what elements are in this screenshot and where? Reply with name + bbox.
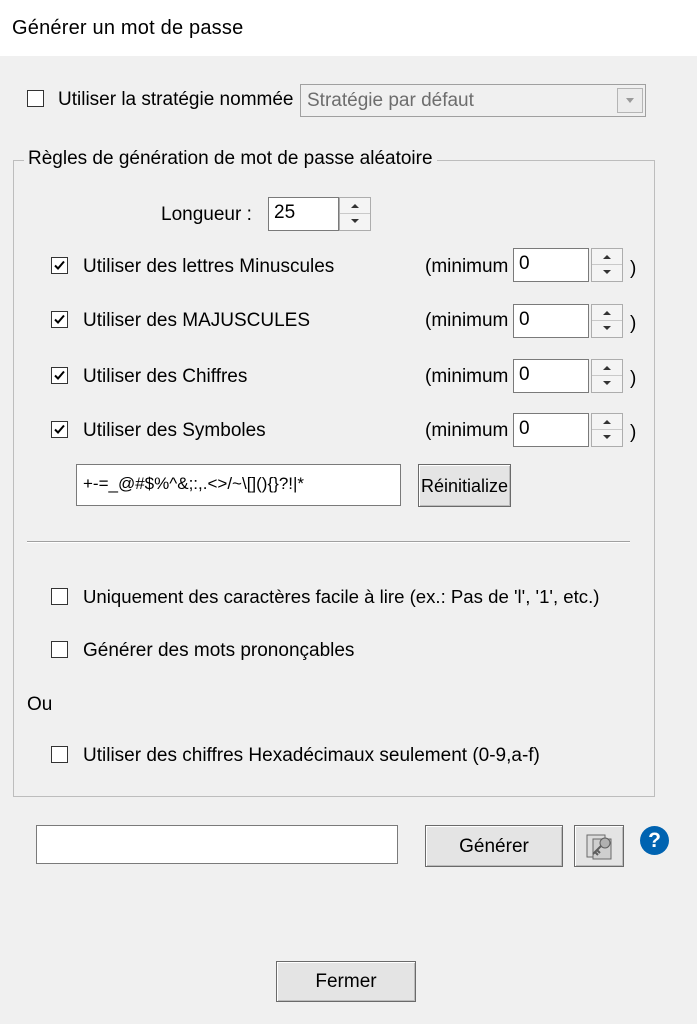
digits-minimum-value: 0 bbox=[519, 364, 530, 385]
arrow-down-icon bbox=[603, 270, 611, 274]
uppercase-checkbox[interactable] bbox=[51, 311, 68, 328]
hex-only-checkbox[interactable] bbox=[51, 746, 68, 763]
symbols-decrement-button[interactable] bbox=[592, 430, 622, 446]
easy-read-label: Uniquement des caractères facile à lire … bbox=[83, 586, 600, 607]
use-named-strategy-label: Utiliser la stratégie nommée bbox=[58, 89, 294, 110]
symbols-close-paren: ) bbox=[630, 422, 637, 443]
lowercase-increment-button[interactable] bbox=[592, 249, 622, 265]
copy-password-button[interactable] bbox=[574, 825, 624, 867]
generated-password-output[interactable] bbox=[36, 825, 398, 864]
symbols-minimum-value: 0 bbox=[519, 418, 530, 439]
pronounceable-label: Générer des mots prononçables bbox=[83, 640, 355, 661]
hex-only-label: Utiliser des chiffres Hexadécimaux seule… bbox=[83, 745, 540, 766]
pronounceable-checkbox[interactable] bbox=[51, 641, 68, 658]
digits-minimum-input[interactable]: 0 bbox=[513, 359, 589, 393]
uppercase-minimum-stepper[interactable] bbox=[591, 304, 623, 338]
symbols-minimum-input[interactable]: 0 bbox=[513, 413, 589, 447]
symbols-increment-button[interactable] bbox=[592, 414, 622, 430]
symbols-input-value: +-=_@#$%^&;:,.<>/~\[](){}?!|* bbox=[83, 474, 305, 493]
strategy-select[interactable]: Stratégie par défaut bbox=[300, 84, 646, 117]
symbols-input[interactable]: +-=_@#$%^&;:,.<>/~\[](){}?!|* bbox=[76, 464, 401, 506]
window-title: Générer un mot de passe bbox=[12, 17, 244, 39]
lowercase-minimum-label: (minimum bbox=[425, 256, 509, 277]
separator bbox=[27, 541, 630, 543]
digits-minimum-label: (minimum bbox=[425, 366, 509, 387]
uppercase-increment-button[interactable] bbox=[592, 305, 622, 321]
close-button[interactable]: Fermer bbox=[276, 961, 416, 1002]
length-value: 25 bbox=[274, 202, 296, 223]
strategy-select-value: Stratégie par défaut bbox=[307, 90, 474, 111]
length-increment-button[interactable] bbox=[340, 198, 370, 214]
lowercase-close-paren: ) bbox=[630, 258, 637, 279]
easy-read-checkbox[interactable] bbox=[51, 588, 68, 605]
lowercase-minimum-stepper[interactable] bbox=[591, 248, 623, 282]
arrow-down-icon bbox=[603, 326, 611, 330]
generate-button-label: Générer bbox=[459, 836, 529, 857]
length-input[interactable]: 25 bbox=[268, 197, 339, 231]
reset-symbols-button[interactable]: Réinitialize bbox=[418, 464, 511, 507]
uppercase-minimum-value: 0 bbox=[519, 309, 530, 330]
arrow-down-icon bbox=[603, 435, 611, 439]
or-label: Ou bbox=[27, 694, 53, 715]
length-decrement-button[interactable] bbox=[340, 214, 370, 230]
digits-label: Utiliser des Chiffres bbox=[83, 366, 248, 387]
digits-decrement-button[interactable] bbox=[592, 376, 622, 392]
lowercase-checkbox[interactable] bbox=[51, 257, 68, 274]
digits-increment-button[interactable] bbox=[592, 360, 622, 376]
close-button-label: Fermer bbox=[315, 971, 377, 992]
symbols-minimum-label: (minimum bbox=[425, 420, 509, 441]
arrow-up-icon bbox=[603, 366, 611, 370]
uppercase-label: Utiliser des MAJUSCULES bbox=[83, 310, 310, 331]
digits-close-paren: ) bbox=[630, 368, 637, 389]
title-bar: Générer un mot de passe bbox=[0, 0, 697, 56]
random-rules-group-title: Règles de génération de mot de passe alé… bbox=[24, 148, 437, 170]
arrow-up-icon bbox=[351, 204, 359, 208]
lowercase-label: Utiliser des lettres Minuscules bbox=[83, 256, 335, 277]
chevron-down-icon[interactable] bbox=[617, 88, 643, 113]
digits-minimum-stepper[interactable] bbox=[591, 359, 623, 393]
arrow-up-icon bbox=[603, 311, 611, 315]
use-named-strategy-checkbox[interactable] bbox=[27, 90, 44, 107]
uppercase-minimum-label: (minimum bbox=[425, 310, 509, 331]
symbols-label: Utiliser des Symboles bbox=[83, 420, 266, 441]
help-icon[interactable]: ? bbox=[640, 826, 669, 855]
arrow-down-icon bbox=[351, 219, 359, 223]
length-stepper[interactable] bbox=[339, 197, 371, 231]
uppercase-minimum-input[interactable]: 0 bbox=[513, 304, 589, 338]
generate-button[interactable]: Générer bbox=[425, 825, 563, 867]
symbols-checkbox[interactable] bbox=[51, 421, 68, 438]
lowercase-decrement-button[interactable] bbox=[592, 265, 622, 281]
arrow-down-icon bbox=[603, 381, 611, 385]
reset-symbols-label: Réinitialize bbox=[420, 476, 509, 496]
uppercase-decrement-button[interactable] bbox=[592, 321, 622, 337]
length-label: Longueur : bbox=[161, 204, 252, 225]
lowercase-minimum-value: 0 bbox=[519, 253, 530, 274]
arrow-up-icon bbox=[603, 255, 611, 259]
uppercase-close-paren: ) bbox=[630, 313, 637, 334]
lowercase-minimum-input[interactable]: 0 bbox=[513, 248, 589, 282]
symbols-minimum-stepper[interactable] bbox=[591, 413, 623, 447]
arrow-up-icon bbox=[603, 420, 611, 424]
key-copy-icon bbox=[586, 834, 612, 860]
digits-checkbox[interactable] bbox=[51, 367, 68, 384]
